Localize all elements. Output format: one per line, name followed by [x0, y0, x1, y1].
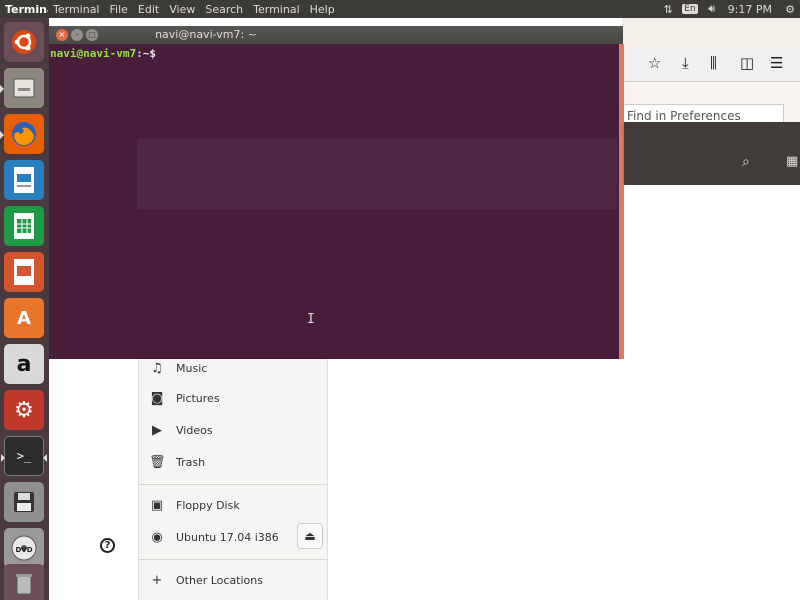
software-center-icon[interactable]: A	[4, 298, 44, 338]
files-headerbar: ⌕ ▦	[622, 122, 800, 185]
svg-text:DVD: DVD	[15, 546, 32, 554]
sidebar-item-trash[interactable]: 🗑︎ Trash	[149, 452, 325, 472]
menu-terminal-2[interactable]: Terminal	[248, 3, 305, 16]
search-icon[interactable]: ⌕	[742, 154, 750, 170]
calc-icon[interactable]	[4, 206, 44, 246]
sidebar-item-label: Videos	[176, 423, 213, 437]
maximize-icon[interactable]: □	[86, 29, 98, 41]
files-content-area	[622, 185, 800, 600]
terminal-window[interactable]: navi@navi-vm7: ~ × – □ navi@navi-vm7:~$ …	[49, 26, 624, 359]
plus-icon: +	[151, 572, 163, 588]
prompt-user-host: navi@navi-vm7	[50, 47, 137, 60]
active-app-name: Terminal	[5, 2, 48, 16]
amazon-a-icon: a	[16, 351, 32, 377]
running-indicator-icon	[0, 131, 4, 139]
grid-view-icon[interactable]: ▦	[786, 154, 798, 169]
sidebar-item-videos[interactable]: ▶ Videos	[149, 420, 325, 440]
impress-icon[interactable]	[4, 252, 44, 292]
system-settings-icon[interactable]: ⚙︎	[4, 390, 44, 430]
firefox-icon[interactable]	[0, 114, 44, 154]
sidebar-item-label: Other Locations	[176, 573, 263, 587]
minimize-icon[interactable]: –	[71, 29, 83, 41]
settings-gear-icon: ⚙︎	[14, 397, 34, 423]
camera-icon: ◙	[150, 390, 164, 406]
sidebar-icon[interactable]: ◫	[740, 54, 754, 72]
prompt-glyph-icon: >_	[16, 449, 32, 463]
sidebar-item-label: Pictures	[176, 391, 220, 405]
top-panel: Terminal Terminal File Edit View Search …	[0, 0, 800, 18]
gear-icon[interactable]: ⚙︎	[780, 3, 800, 16]
terminal-icon[interactable]: >_	[1, 436, 47, 476]
running-indicator-icon	[0, 85, 4, 93]
sidebar-divider	[139, 484, 327, 485]
firefox-toolbar: ☆ ⤓ ⫼ ◫ ☰	[622, 48, 800, 82]
software-a-icon: A	[17, 307, 31, 329]
trash-icon[interactable]	[4, 564, 44, 600]
focused-indicator-icon	[43, 454, 47, 462]
running-indicator-icon	[1, 454, 5, 462]
floppy-icon[interactable]	[4, 482, 44, 522]
close-icon[interactable]: ×	[56, 29, 68, 41]
volume-icon[interactable]: 🔊︎	[702, 2, 722, 16]
video-icon: ▶	[152, 422, 162, 438]
files-window-left-area	[49, 358, 138, 600]
launcher: A a ⚙︎ >_ DVD	[0, 18, 49, 600]
star-icon[interactable]: ☆	[648, 54, 661, 72]
floppy-icon: ▣	[150, 497, 164, 513]
dvd-icon[interactable]: DVD	[4, 528, 44, 568]
writer-icon[interactable]	[4, 160, 44, 200]
amazon-icon[interactable]: a	[4, 344, 44, 384]
files-main-area	[328, 358, 622, 600]
network-icon[interactable]: ⇅	[658, 3, 678, 16]
menu-terminal[interactable]: Terminal	[48, 3, 105, 16]
terminal-body[interactable]: navi@navi-vm7:~$ I	[49, 44, 623, 359]
sidebar-divider	[139, 559, 327, 560]
window-title: navi@navi-vm7: ~	[155, 28, 257, 41]
eject-button[interactable]: ⏏	[297, 523, 323, 549]
library-icon[interactable]: ⫼	[710, 54, 717, 72]
window-edge	[619, 44, 624, 359]
files-icon[interactable]	[0, 68, 44, 108]
sidebar-item-label: Ubuntu 17.04 i386	[176, 530, 279, 544]
music-icon: ♫	[151, 360, 163, 376]
menu-edit[interactable]: Edit	[133, 3, 164, 16]
trash-icon: 🗑︎	[149, 454, 166, 470]
firefox-tab-strip	[622, 18, 800, 48]
menu-view[interactable]: View	[164, 3, 200, 16]
sidebar-item-music[interactable]: ♫ Music	[149, 358, 325, 378]
disc-icon: ◉	[151, 529, 163, 545]
background-window-ghost	[137, 139, 617, 209]
keyboard-layout-indicator[interactable]: En	[682, 4, 698, 14]
menu-help[interactable]: Help	[305, 3, 340, 16]
ubuntu-dash-icon[interactable]	[4, 22, 44, 62]
files-sidebar: ♫ Music ◙ Pictures ▶ Videos 🗑︎ Trash ▣ F…	[138, 358, 328, 600]
sidebar-item-floppy-disk[interactable]: ▣ Floppy Disk	[149, 495, 325, 515]
sidebar-item-label: Trash	[176, 455, 206, 469]
sidebar-item-label: Floppy Disk	[176, 498, 240, 512]
clock[interactable]: 9:17 PM	[722, 3, 780, 16]
prompt-path: :~$	[136, 47, 156, 60]
system-tray: ⇅ En 🔊︎ 9:17 PM ⚙︎	[658, 0, 800, 18]
sidebar-item-pictures[interactable]: ◙ Pictures	[149, 388, 325, 408]
help-icon[interactable]: ?	[100, 538, 115, 553]
menu-search[interactable]: Search	[200, 3, 248, 16]
menu-file[interactable]: File	[105, 3, 133, 16]
terminal-titlebar[interactable]: navi@navi-vm7: ~ × – □	[49, 26, 623, 44]
hamburger-menu-icon[interactable]: ☰	[770, 54, 783, 72]
shell-prompt: navi@navi-vm7:~$	[50, 47, 163, 60]
sidebar-item-other-locations[interactable]: + Other Locations	[149, 570, 325, 590]
sidebar-item-label: Music	[176, 361, 208, 375]
ibeam-cursor-icon: I	[307, 312, 315, 327]
download-icon[interactable]: ⤓	[682, 54, 689, 72]
